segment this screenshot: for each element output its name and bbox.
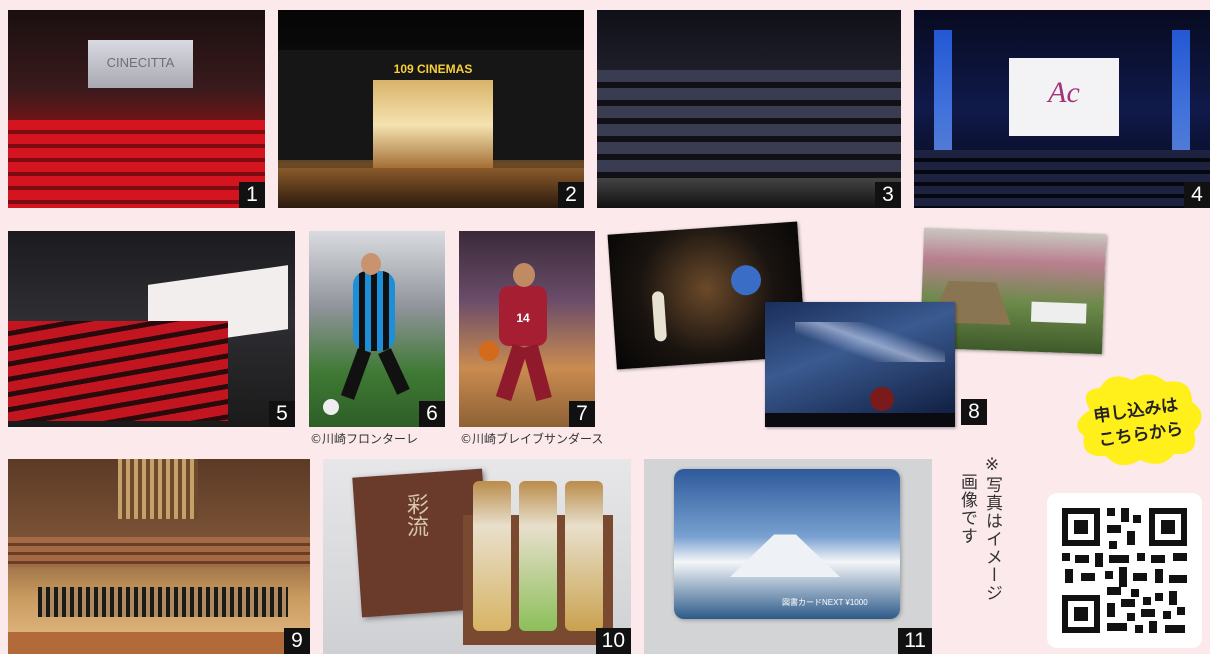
photo-4-theater-ac: Ac 4 [914, 10, 1210, 208]
soccer-ball [323, 399, 339, 415]
photo-7-basketball-player: 14 7 [459, 231, 595, 427]
photo-7-caption: ©川崎ブレイブサンダース [460, 432, 604, 446]
photo-number: 6 [419, 401, 445, 427]
image-note-line1: ※写真はイメージ [982, 455, 1002, 602]
photo-number: 7 [569, 401, 595, 427]
soccer-player [353, 271, 395, 351]
card-label: 図書カードNEXT ¥1000 [782, 598, 868, 607]
book-card: 図書カードNEXT ¥1000 [674, 469, 900, 619]
cinema-sign: 109 CINEMAS [393, 62, 473, 76]
photo-9-concert-hall: 9 [8, 459, 310, 654]
photo-number: 5 [269, 401, 295, 427]
photo-number: 1 [239, 182, 265, 208]
photo-number: 11 [898, 628, 932, 654]
photo-10-tea-gift-box: 彩流 10 [323, 459, 631, 654]
basketball [479, 341, 499, 361]
application-qr-code[interactable] [1047, 493, 1202, 648]
pipe-organ [118, 459, 198, 519]
photo-number: 2 [558, 182, 584, 208]
photo-1-cinema-theater: CINECITTA 1 [8, 10, 265, 208]
photo-11-book-card: 図書カードNEXT ¥1000 11 [644, 459, 932, 654]
photo-6-caption: ©川崎フロンターレ [310, 432, 419, 446]
photo-number: 10 [595, 628, 631, 654]
photo-3-dark-theater-seats: 3 [597, 10, 901, 208]
screen-logo: Ac [1048, 76, 1080, 109]
image-note-line2: 画像です [957, 473, 977, 545]
orchestra [38, 587, 288, 617]
photo-5-red-seat-theater: 5 [8, 231, 295, 427]
box-lettering: 彩流 [403, 493, 428, 537]
photo-number: 3 [875, 182, 901, 208]
photo-2-cinema-entrance: 109 CINEMAS 2 [278, 10, 584, 208]
photo-8-number: 8 [961, 399, 987, 425]
projector [870, 387, 894, 411]
screen-sign: CINECITTA [106, 55, 175, 70]
photo-6-soccer-player: 6 [309, 231, 445, 427]
photo-8c-planetarium [765, 302, 955, 427]
photo-number: 9 [284, 628, 310, 654]
photo-number: 4 [1184, 182, 1210, 208]
jersey-number: 14 [516, 311, 530, 325]
